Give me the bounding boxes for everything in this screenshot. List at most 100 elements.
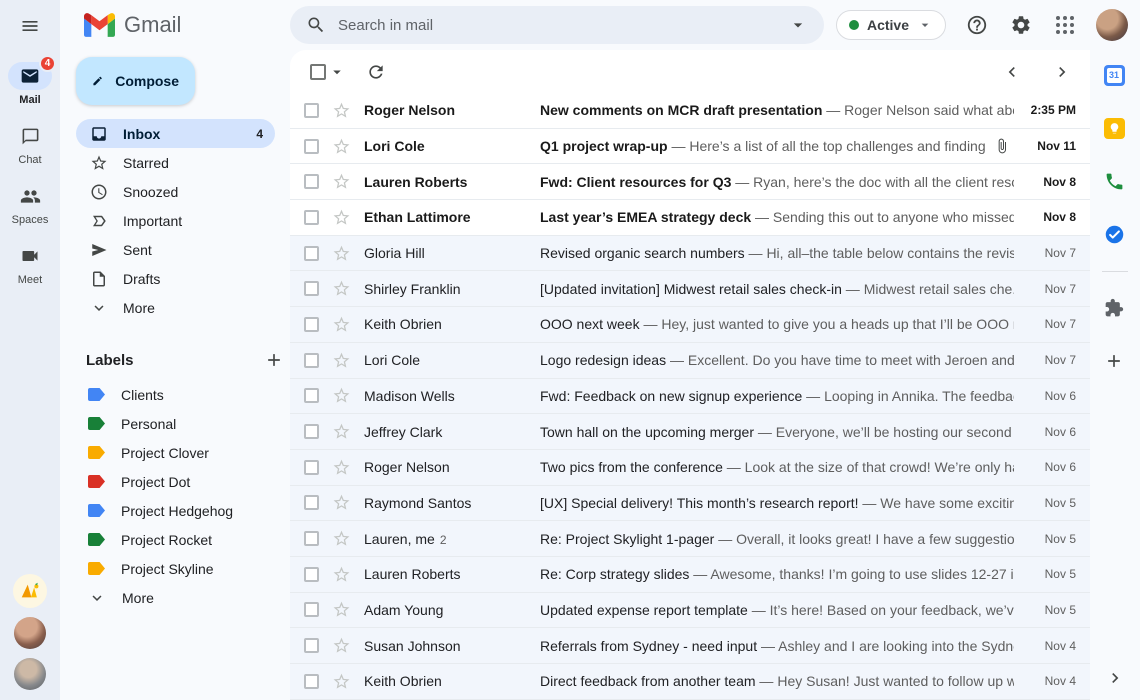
label-item-project-hedgehog[interactable]: Project Hedgehog	[76, 496, 275, 525]
contact-avatar-1[interactable]	[14, 617, 46, 649]
label-item-clients[interactable]: Clients	[76, 380, 275, 409]
email-checkbox[interactable]	[304, 316, 319, 332]
sidebar-item-starred[interactable]: Starred	[76, 148, 275, 177]
help-button[interactable]	[964, 12, 990, 38]
sidebar-item-sent[interactable]: Sent	[76, 235, 275, 264]
star-icon[interactable]	[332, 279, 351, 298]
email-checkbox[interactable]	[304, 638, 319, 654]
rail-item-spaces[interactable]: Spaces	[2, 182, 58, 226]
search-options-caret-icon[interactable]	[788, 15, 808, 35]
email-row[interactable]: Lori Cole Logo redesign ideas — Excellent…	[290, 342, 1090, 379]
account-avatar[interactable]	[1096, 9, 1128, 41]
email-row[interactable]: Jeffrey Clark Town hall on the upcoming m…	[290, 414, 1090, 450]
sidebar-item-inbox[interactable]: Inbox 4	[76, 119, 275, 148]
newer-page-button[interactable]	[1002, 62, 1022, 82]
label-item-project-dot[interactable]: Project Dot	[76, 467, 275, 496]
email-row[interactable]: Keith Obrien OOO next week — Hey, just wa…	[290, 307, 1090, 343]
email-row[interactable]: Gloria Hill Revised organic search number…	[290, 235, 1090, 272]
star-icon[interactable]	[332, 137, 351, 156]
label-item-project-clover[interactable]: Project Clover	[76, 438, 275, 467]
star-icon[interactable]	[332, 636, 351, 655]
show-side-panel-button[interactable]	[1105, 668, 1125, 688]
email-checkbox[interactable]	[304, 459, 319, 475]
email-checkbox[interactable]	[304, 424, 319, 440]
star-icon[interactable]	[332, 672, 351, 691]
search-input[interactable]	[338, 16, 786, 34]
star-icon[interactable]	[332, 244, 351, 263]
email-row[interactable]: Lauren Roberts Fwd: Client resources for …	[290, 164, 1090, 201]
email-checkbox[interactable]	[304, 602, 319, 618]
labels-more-toggle[interactable]: More	[76, 583, 275, 612]
email-row[interactable]: Lauren, me 2 Re: Project Skylight 1-pager …	[290, 521, 1090, 557]
email-row[interactable]: Lori Cole Q1 project wrap-up — Here’s a l…	[290, 128, 1090, 165]
label-item-personal[interactable]: Personal	[76, 409, 275, 438]
contact-avatar-2[interactable]	[14, 658, 46, 690]
email-row[interactable]: Raymond Santos [UX] Special delivery! Thi…	[290, 485, 1090, 522]
star-icon[interactable]	[332, 208, 351, 227]
email-checkbox[interactable]	[304, 531, 319, 547]
label-item-project-rocket[interactable]: Project Rocket	[76, 525, 275, 554]
google-apps-button[interactable]	[1052, 12, 1078, 38]
compose-button[interactable]: Compose	[76, 57, 195, 105]
select-dropdown-caret-icon[interactable]	[328, 63, 346, 81]
rail-item-meet[interactable]: Meet	[2, 242, 58, 286]
email-row[interactable]: Keith Obrien Direct feedback from another…	[290, 664, 1090, 700]
email-checkbox[interactable]	[304, 673, 319, 689]
sidebar-item-drafts[interactable]: Drafts	[76, 264, 275, 293]
email-body-preview: Updated expense report template — It’s h…	[540, 602, 1014, 618]
tasks-icon[interactable]	[1102, 222, 1126, 246]
select-all-checkbox[interactable]	[310, 63, 326, 80]
refresh-icon[interactable]	[366, 62, 386, 82]
star-icon[interactable]	[332, 565, 351, 584]
older-page-button[interactable]	[1052, 62, 1072, 82]
rail-item-chat[interactable]: Chat	[2, 122, 58, 166]
star-icon[interactable]	[332, 315, 351, 334]
main-menu-button[interactable]	[10, 6, 50, 46]
keep-icon[interactable]	[1102, 116, 1126, 140]
sidebar-item-snoozed[interactable]: Snoozed	[76, 177, 275, 206]
email-row[interactable]: Adam Young Updated expense report templat…	[290, 592, 1090, 629]
side-panel: 31	[1090, 50, 1140, 700]
email-checkbox[interactable]	[304, 209, 319, 225]
status-selector[interactable]: Active	[835, 10, 946, 40]
star-icon[interactable]	[332, 172, 351, 191]
chevron-down-icon	[90, 299, 108, 317]
star-icon[interactable]	[332, 600, 351, 619]
star-icon[interactable]	[332, 529, 351, 548]
addons-icon[interactable]	[1102, 296, 1126, 320]
rail-item-mail[interactable]: 4 Mail	[2, 55, 58, 106]
star-icon[interactable]	[332, 493, 351, 512]
email-checkbox[interactable]	[304, 388, 319, 404]
voice-icon[interactable]	[1102, 169, 1126, 193]
email-checkbox[interactable]	[304, 174, 319, 190]
search-bar[interactable]	[290, 6, 824, 44]
email-checkbox[interactable]	[304, 566, 319, 582]
create-label-button[interactable]	[262, 348, 286, 372]
email-row[interactable]: Lauren Roberts Re: Corp strategy slides —…	[290, 556, 1090, 593]
email-row[interactable]: Roger Nelson New comments on MCR draft pr…	[290, 93, 1090, 129]
settings-button[interactable]	[1008, 12, 1034, 38]
email-row[interactable]: Roger Nelson Two pics from the conference…	[290, 449, 1090, 486]
email-list: Roger Nelson New comments on MCR draft pr…	[290, 93, 1090, 700]
star-icon[interactable]	[332, 422, 351, 441]
email-checkbox[interactable]	[304, 102, 319, 118]
email-row[interactable]: Shirley Franklin [Updated invitation] Mid…	[290, 271, 1090, 308]
email-checkbox[interactable]	[304, 245, 319, 261]
gmail-logo[interactable]: Gmail	[84, 12, 181, 38]
email-row[interactable]: Ethan Lattimore Last year’s EMEA strategy…	[290, 200, 1090, 236]
star-icon[interactable]	[332, 351, 351, 370]
star-icon[interactable]	[332, 386, 351, 405]
sidebar-item-important[interactable]: Important	[76, 206, 275, 235]
email-row[interactable]: Susan Johnson Referrals from Sydney - nee…	[290, 628, 1090, 664]
email-checkbox[interactable]	[304, 495, 319, 511]
email-checkbox[interactable]	[304, 281, 319, 297]
calendar-icon[interactable]: 31	[1102, 63, 1126, 87]
sidebar-item-more[interactable]: More	[76, 293, 275, 322]
email-row[interactable]: Madison Wells Fwd: Feedback on new signup…	[290, 378, 1090, 415]
label-item-project-skyline[interactable]: Project Skyline	[76, 554, 275, 583]
add-icon[interactable]	[1102, 349, 1126, 373]
brand-logo-avatar[interactable]	[13, 574, 47, 608]
star-icon[interactable]	[332, 101, 351, 120]
star-icon[interactable]	[332, 458, 351, 477]
email-checkbox[interactable]	[304, 138, 319, 154]
